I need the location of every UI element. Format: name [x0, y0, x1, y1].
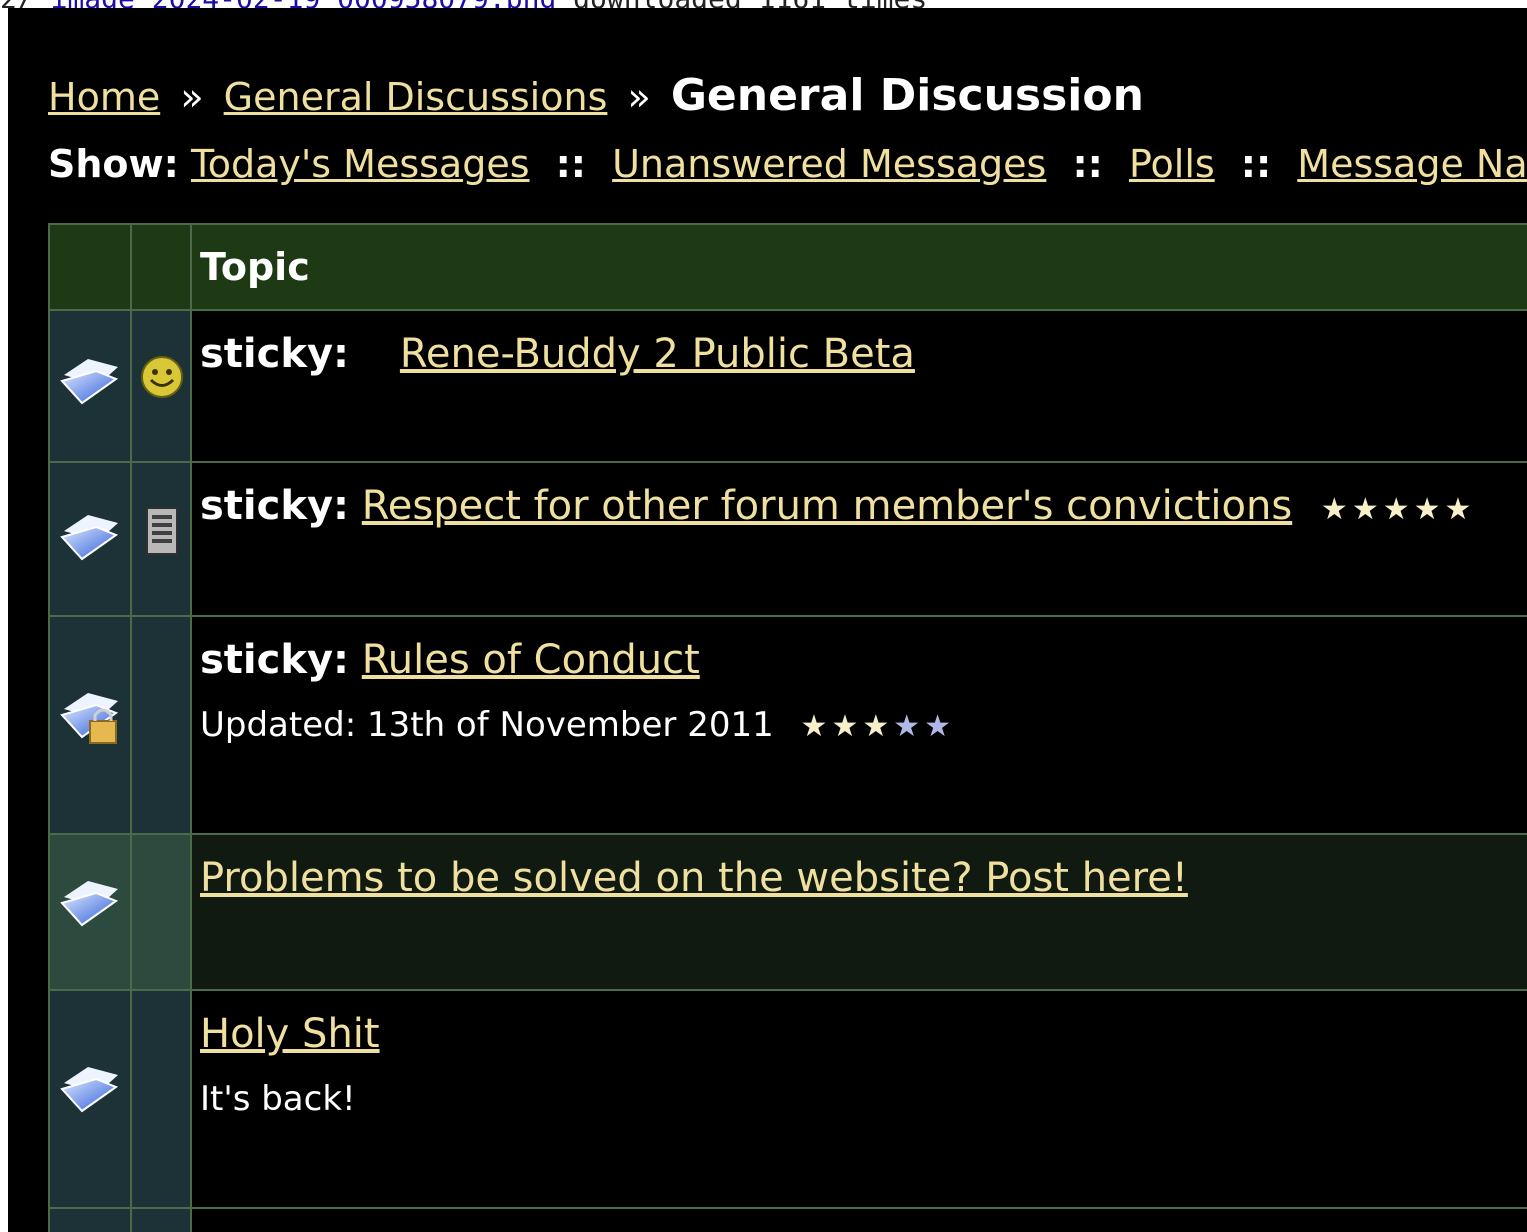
topic-subtitle-line: Updated: 13th of November 2011 ★★★★★ [200, 705, 1527, 745]
show-bar: Show: Today's Messages :: Unanswered Mes… [48, 142, 1527, 186]
rating-stars: ★★★★★ [801, 709, 956, 744]
table-header-row: Topic [48, 223, 1527, 311]
topic-line: sticky: Rene-Buddy 2 Public Beta [200, 331, 1527, 377]
topic-line: sticky: Rules of Conduct [200, 637, 1527, 683]
sticky-label: sticky: [200, 637, 350, 683]
breadcrumb-general-discussions-link[interactable]: General Discussions [224, 75, 608, 119]
star-icon: ★ [1413, 492, 1445, 527]
smiley-icon [141, 356, 183, 398]
message-icon-cell [130, 833, 192, 991]
previous-attachment-line: 2/ image_2024-02-19_000958079.png downlo… [0, 0, 1527, 8]
header-icon-cell [48, 223, 132, 311]
topic-line: Problems to be solved on the website? Po… [200, 855, 1527, 901]
topic-link[interactable]: Problems to be solved on the website? Po… [200, 855, 1188, 901]
breadcrumb: Home » General Discussions » General Dis… [48, 70, 1144, 121]
topic-line: sticky: Respect for other forum member's… [200, 483, 1527, 529]
folder-cell [48, 309, 132, 463]
header-topic: Topic [190, 223, 1527, 311]
attachment-download-count: downloaded 1161 times [556, 0, 927, 8]
message-icon-cell [130, 989, 192, 1209]
polls-link[interactable]: Polls [1129, 142, 1215, 186]
folder-icon [60, 881, 119, 927]
page-title: General Discussion [670, 70, 1144, 121]
table-row: Holy Shit It's back! [48, 989, 1527, 1209]
star-icon: ★ [924, 709, 956, 744]
rating-stars: ★★★★★ [1321, 492, 1476, 527]
topic-cell: Holy Shit It's back! [190, 989, 1527, 1209]
table-row: sticky: Rene-Buddy 2 Public Beta [48, 309, 1527, 463]
folder-icon [60, 1067, 119, 1113]
header-message-icon-cell [130, 223, 192, 311]
message-icon-cell [130, 1207, 192, 1232]
star-icon: ★ [1382, 492, 1414, 527]
message-icon-cell [130, 461, 192, 617]
forum-page: Home » General Discussions » General Dis… [8, 8, 1527, 1232]
star-icon: ★ [893, 709, 925, 744]
message-icon-cell [130, 309, 192, 463]
star-icon: ★ [831, 709, 863, 744]
attachment-link[interactable]: image_2024-02-19_000958079.png [51, 0, 557, 8]
sticky-label: sticky: [200, 331, 350, 377]
message-icon-cell [130, 615, 192, 835]
star-icon: ★ [1320, 492, 1352, 527]
folder-cell [48, 461, 132, 617]
topic-subtitle-line: It's back! [200, 1079, 1527, 1119]
topic-cell: sticky: Rene-Buddy 2 Public Beta [190, 309, 1527, 463]
topic-line: Holy Shit [200, 1011, 1527, 1057]
star-icon: ★ [1351, 492, 1383, 527]
topic-cell: sticky: Respect for other forum member's… [190, 461, 1527, 617]
breadcrumb-home-link[interactable]: Home [48, 75, 160, 119]
folder-icon [60, 515, 119, 561]
table-row: sticky: Rules of Conduct Updated: 13th o… [48, 615, 1527, 835]
star-icon: ★ [862, 709, 894, 744]
folder-cell [48, 833, 132, 991]
star-icon: ★ [1444, 492, 1476, 527]
topic-table: Topic sticky: Rene-Buddy 2 Public Beta s… [48, 223, 1527, 1232]
topic-cell: sticky: Rules of Conduct Updated: 13th o… [190, 615, 1527, 835]
folder-cell [48, 615, 132, 835]
topic-link[interactable]: Rules of Conduct [362, 637, 700, 683]
document-icon [146, 507, 178, 555]
attachment-prefix: 2/ [0, 0, 34, 8]
topic-subtitle: Updated: 13th of November 2011 [200, 705, 774, 745]
locked-folder-icon [60, 693, 119, 744]
unanswered-messages-link[interactable]: Unanswered Messages [612, 142, 1046, 186]
todays-messages-link[interactable]: Today's Messages [191, 142, 530, 186]
show-separator: :: [1240, 142, 1272, 186]
topic-link[interactable]: Respect for other forum member's convict… [362, 483, 1292, 529]
table-row: sticky: Respect for other forum member's… [48, 461, 1527, 617]
table-row [48, 1207, 1527, 1232]
topic-cell [190, 1207, 1527, 1232]
folder-cell [48, 1207, 132, 1232]
show-separator: :: [1072, 142, 1103, 186]
breadcrumb-separator: » [180, 75, 204, 119]
topic-cell: Problems to be solved on the website? Po… [190, 833, 1527, 991]
topic-link[interactable]: Holy Shit [200, 1011, 380, 1057]
star-icon: ★ [800, 709, 832, 744]
topic-subtitle: It's back! [200, 1079, 356, 1119]
sticky-label: sticky: [200, 483, 350, 529]
topic-link[interactable]: Rene-Buddy 2 Public Beta [400, 331, 915, 377]
message-navigator-link[interactable]: Message Navigator [1297, 142, 1527, 186]
folder-cell [48, 989, 132, 1209]
show-label: Show: [48, 142, 179, 186]
show-separator: :: [555, 142, 587, 186]
breadcrumb-separator: » [627, 75, 651, 119]
table-row: Problems to be solved on the website? Po… [48, 833, 1527, 991]
folder-icon [60, 359, 119, 405]
